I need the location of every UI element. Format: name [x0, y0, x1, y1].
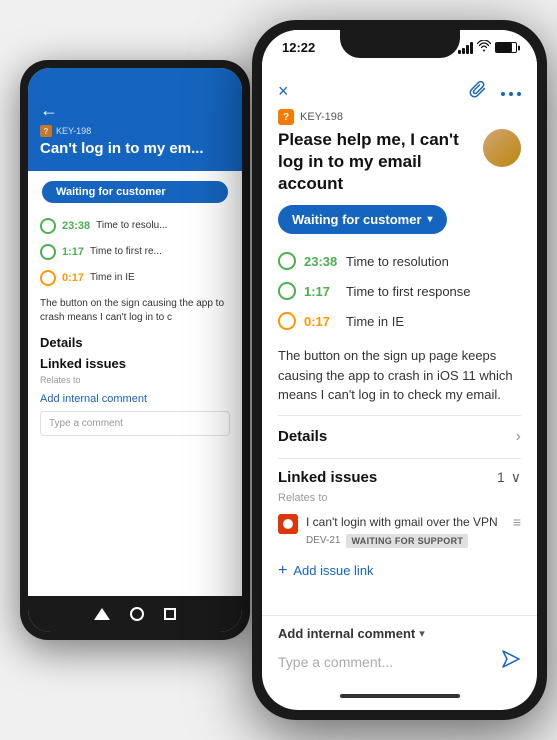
iphone-issue-title: Please help me, I can't log in to my ema… — [278, 129, 475, 195]
issue-type-icon: ? — [278, 109, 294, 125]
details-section-row[interactable]: Details › — [278, 415, 521, 458]
android-status-bar — [28, 68, 242, 92]
battery-icon — [495, 42, 517, 53]
wifi-icon — [477, 40, 491, 55]
status-pill-label: Waiting for customer — [292, 212, 422, 227]
iphone-time: 12:22 — [282, 40, 315, 55]
android-phone: ← ? KEY-198 Can't log in to my em... Wai… — [20, 60, 250, 640]
top-bar-right — [469, 80, 521, 103]
android-metric-2: 0:17 Time in IE — [40, 265, 230, 291]
android-linked-title: Linked issues — [40, 356, 230, 371]
android-content: 23:38 Time to resolu... 1:17 Time to fir… — [28, 213, 242, 597]
android-recents-nav[interactable] — [164, 608, 176, 620]
iphone-metric-label-1: Time to first response — [346, 284, 471, 299]
iphone-notch — [340, 30, 460, 58]
android-details-title: Details — [40, 335, 230, 350]
metric-circle-green-1 — [40, 244, 56, 260]
scene: ← ? KEY-198 Can't log in to my em... Wai… — [0, 0, 557, 740]
iphone: 12:22 — [252, 20, 547, 720]
iphone-bottom: Add internal comment ▾ Type a comment... — [262, 615, 537, 682]
iphone-issue-row: Please help me, I can't log in to my ema… — [278, 129, 521, 195]
iphone-circle-1 — [278, 282, 296, 300]
iphone-metric-0: 23:38 Time to resolution — [278, 246, 521, 276]
relates-to-label: Relates to — [278, 492, 521, 504]
attachment-icon[interactable] — [469, 80, 487, 103]
avatar — [483, 129, 521, 167]
iphone-home-indicator — [262, 682, 537, 710]
iphone-top-bar: × — [262, 74, 537, 109]
issue-key-row: ? KEY-198 — [278, 109, 521, 125]
close-button[interactable]: × — [278, 81, 289, 102]
android-description: The button on the sign causing the app t… — [40, 297, 230, 325]
iphone-metric-label-0: Time to resolution — [346, 254, 449, 269]
android-home-nav[interactable] — [130, 607, 144, 621]
android-issue-title: Can't log in to my em... — [40, 139, 230, 159]
linked-issue-info: I can't login with gmail over the VPN DE… — [306, 514, 498, 548]
send-icon[interactable] — [501, 649, 521, 674]
android-status-button[interactable]: Waiting for customer — [40, 179, 230, 205]
add-issue-link[interactable]: + Add issue link — [278, 562, 521, 580]
metric-label-0: Time to resolu... — [96, 220, 167, 231]
issue-key-text: KEY-198 — [300, 111, 343, 123]
metric-circle-orange-2 — [40, 270, 56, 286]
status-pill-container[interactable]: Waiting for customer ▾ — [278, 195, 521, 246]
linked-chevron-icon: ∨ — [511, 469, 521, 486]
iphone-metric-val-1: 1:17 — [304, 284, 338, 299]
linked-issue-left: I can't login with gmail over the VPN DE… — [278, 514, 513, 548]
iphone-metric-label-2: Time in IE — [346, 314, 404, 329]
linked-issues-row: Linked issues 1 ∨ — [278, 458, 521, 492]
jira-bug-icon — [278, 514, 298, 534]
metric-value-2: 0:17 — [62, 272, 84, 284]
linked-dev-key: DEV-21 — [306, 535, 340, 546]
add-issue-label: Add issue link — [293, 563, 373, 578]
android-header: ← ? KEY-198 Can't log in to my em... — [28, 92, 242, 171]
metric-value-0: 23:38 — [62, 220, 90, 232]
comment-input-row: Type a comment... — [278, 649, 521, 674]
iphone-description: The button on the sign up page keeps cau… — [278, 346, 521, 405]
metric-circle-green-0 — [40, 218, 56, 234]
android-metric-1: 1:17 Time to first re... — [40, 239, 230, 265]
add-comment-chevron-icon: ▾ — [419, 627, 425, 640]
details-label: Details — [278, 428, 327, 445]
android-comment-box[interactable]: Type a comment — [40, 411, 230, 436]
iphone-metric-val-0: 23:38 — [304, 254, 338, 269]
more-options-icon[interactable] — [501, 81, 521, 102]
iphone-content: ? KEY-198 Please help me, I can't log in… — [262, 109, 537, 615]
android-metric-0: 23:38 Time to resolu... — [40, 213, 230, 239]
linked-count: 1 — [497, 469, 505, 485]
status-pill[interactable]: Waiting for customer ▾ — [278, 205, 447, 234]
home-bar — [340, 694, 460, 698]
iphone-circle-0 — [278, 252, 296, 270]
android-back-nav[interactable] — [94, 608, 110, 620]
status-chevron-icon: ▾ — [428, 214, 433, 225]
comment-placeholder[interactable]: Type a comment... — [278, 654, 501, 670]
iphone-status-icons — [458, 40, 517, 55]
waiting-for-support-badge: WAITING FOR SUPPORT — [346, 534, 468, 548]
iphone-circle-2 — [278, 312, 296, 330]
plus-icon: + — [278, 562, 287, 580]
metric-value-1: 1:17 — [62, 246, 84, 258]
android-relates-to: Relates to — [40, 375, 230, 385]
android-add-comment[interactable]: Add internal comment — [40, 393, 230, 405]
iphone-metric-val-2: 0:17 — [304, 314, 338, 329]
signal-bars-icon — [458, 42, 473, 54]
metric-label-2: Time in IE — [90, 272, 135, 283]
add-comment-row[interactable]: Add internal comment ▾ — [278, 626, 521, 641]
iphone-metric-1: 1:17 Time to first response — [278, 276, 521, 306]
linked-issue-text: I can't login with gmail over the VPN — [306, 514, 498, 531]
linked-right[interactable]: 1 ∨ — [497, 469, 521, 486]
iphone-metric-2: 0:17 Time in IE — [278, 306, 521, 336]
android-back-button[interactable]: ← — [40, 100, 230, 121]
linked-issues-label: Linked issues — [278, 469, 377, 486]
add-comment-text: Add internal comment — [278, 626, 415, 641]
android-key-label: ? KEY-198 — [40, 125, 230, 137]
hamburger-menu-icon[interactable]: ≡ — [513, 514, 521, 530]
details-chevron-icon: › — [516, 428, 521, 446]
linked-issue-card: I can't login with gmail over the VPN DE… — [278, 510, 521, 552]
metric-label-1: Time to first re... — [90, 246, 162, 257]
android-question-icon: ? — [40, 125, 52, 137]
android-nav-bar — [28, 596, 242, 632]
iphone-notch-area: 12:22 — [262, 30, 537, 74]
